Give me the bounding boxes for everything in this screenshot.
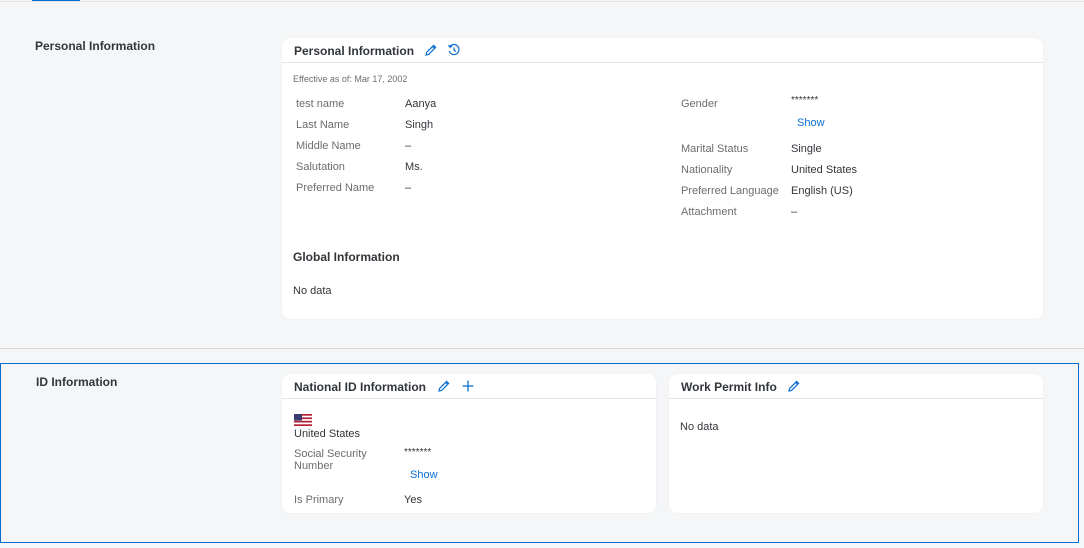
field-value-preferred-name: – <box>405 182 412 194</box>
card-title: Work Permit Info <box>681 380 777 394</box>
field-label-nationality: Nationality <box>681 164 733 176</box>
card-header: National ID Information <box>282 374 656 399</box>
field-label-salutation: Salutation <box>296 161 345 173</box>
field-value-marital-status: Single <box>791 143 822 155</box>
field-value-middle-name: – <box>405 140 412 152</box>
global-information-heading: Global Information <box>293 250 400 264</box>
personal-information-section: Personal Information Personal Informatio… <box>0 2 1084 348</box>
field-value-nationality: United States <box>791 164 858 176</box>
plus-icon[interactable] <box>461 379 475 393</box>
work-permit-no-data: No data <box>680 421 719 433</box>
field-label-preferred-language: Preferred Language <box>681 185 779 197</box>
field-label-is-primary: Is Primary <box>294 494 344 506</box>
card-title: Personal Information <box>294 44 415 58</box>
field-value-test-name: Aanya <box>405 98 437 110</box>
pencil-icon[interactable] <box>424 43 438 57</box>
field-label-gender: Gender <box>681 98 718 110</box>
section-title: ID Information <box>36 375 118 389</box>
field-value-preferred-language: English (US) <box>791 185 853 197</box>
section-divider <box>0 348 1084 349</box>
work-permit-card: Work Permit Info No data <box>669 374 1043 513</box>
card-title: National ID Information <box>294 380 426 394</box>
field-value-last-name: Singh <box>405 119 434 131</box>
personal-information-card: Personal Information Effective as of: Ma… <box>282 38 1043 319</box>
field-value-attachment: – <box>791 206 798 218</box>
pencil-icon[interactable] <box>787 379 801 393</box>
section-title: Personal Information <box>35 39 156 53</box>
effective-date: Effective as of: Mar 17, 2002 <box>293 74 408 84</box>
card-header: Personal Information <box>282 38 1043 63</box>
global-information-no-data: No data <box>293 285 332 297</box>
field-value-gender-masked: ******* <box>791 95 819 106</box>
field-label-ssn: Social Security Number <box>294 448 367 472</box>
field-value-is-primary: Yes <box>404 494 422 506</box>
field-label-marital-status: Marital Status <box>681 143 749 155</box>
pencil-icon[interactable] <box>437 379 451 393</box>
field-label-test-name: test name <box>296 98 345 110</box>
field-label-preferred-name: Preferred Name <box>296 182 375 194</box>
us-flag-icon <box>294 414 312 426</box>
field-label-attachment: Attachment <box>681 206 737 218</box>
card-header: Work Permit Info <box>669 374 1043 399</box>
field-value-salutation: Ms. <box>405 161 423 173</box>
field-label-middle-name: Middle Name <box>296 140 361 152</box>
field-label-last-name: Last Name <box>296 119 350 131</box>
country-name: United States <box>294 428 361 440</box>
national-id-card: National ID Information United States So… <box>282 374 656 513</box>
show-ssn-link[interactable]: Show <box>410 469 438 481</box>
field-value-ssn-masked: ******* <box>404 447 432 458</box>
id-information-section: ID Information National ID Information U… <box>0 363 1079 543</box>
history-icon[interactable] <box>447 43 461 57</box>
show-gender-link[interactable]: Show <box>797 117 825 129</box>
